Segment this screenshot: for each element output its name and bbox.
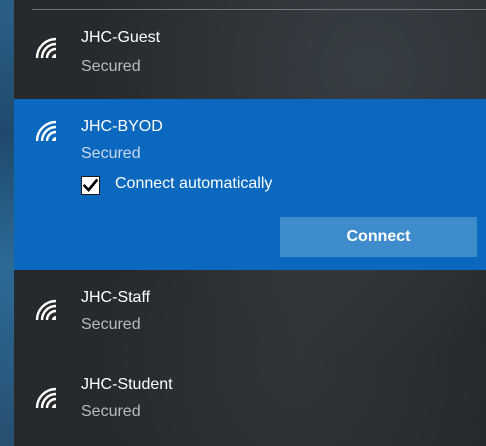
network-status: Secured [81,58,141,75]
network-name: JHC-Student [81,376,173,393]
wifi-icon [35,120,57,142]
wifi-icon [35,387,57,409]
checkmark-icon [83,178,98,192]
wifi-icon [35,299,57,321]
network-item-jhc-guest[interactable]: JHC-Guest Secured [14,18,486,98]
top-divider [32,9,486,10]
network-name: JHC-Staff [81,289,151,306]
wifi-icon [35,37,57,59]
network-flyout: JHC-Guest Secured JHC-BYOD Secured Conne… [14,0,486,446]
connect-automatically-checkbox[interactable] [81,176,100,195]
desktop-edge [0,0,14,446]
connect-automatically-label: Connect automatically [115,175,273,192]
network-status: Secured [81,145,141,162]
network-item-jhc-student[interactable]: JHC-Student Secured [14,356,486,446]
network-name: JHC-Guest [81,29,161,46]
network-status: Secured [81,403,141,420]
network-item-jhc-staff[interactable]: JHC-Staff Secured [14,272,486,356]
network-item-jhc-byod[interactable]: JHC-BYOD Secured Connect automatically C… [14,99,486,270]
connect-button[interactable]: Connect [280,217,477,257]
network-status: Secured [81,316,141,333]
network-name: JHC-BYOD [81,118,163,135]
